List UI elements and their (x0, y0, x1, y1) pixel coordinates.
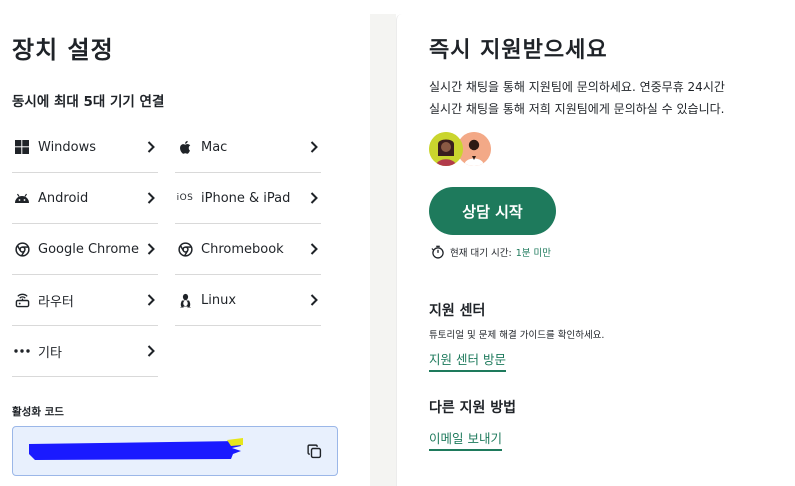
device-item-google-chrome[interactable]: Google Chrome (12, 224, 158, 275)
support-description-1: 실시간 채팅을 통해 지원팀에 문의하세요. 연중무휴 24시간 (429, 80, 725, 94)
ios-icon: iOS (176, 193, 194, 203)
send-email-link[interactable]: 이메일 보내기 (429, 428, 502, 451)
device-item-router[interactable]: 라우터 (12, 275, 158, 326)
device-label: 라우터 (38, 294, 74, 310)
chevron-right-icon (144, 192, 158, 204)
device-label: Google Chrome (38, 241, 139, 257)
chrome-icon (175, 241, 195, 257)
device-label: Windows (38, 139, 97, 155)
chevron-right-icon (307, 294, 321, 306)
chevron-right-icon (307, 192, 321, 204)
start-chat-button[interactable]: 상담 시작 (429, 187, 556, 235)
avatar (429, 132, 463, 166)
chevron-right-icon (144, 345, 158, 357)
windows-icon (12, 140, 32, 154)
device-item-windows[interactable]: Windows (12, 122, 158, 173)
wait-label: 현재 대기 시간: (450, 248, 512, 259)
router-icon (12, 293, 32, 308)
device-label: Linux (201, 292, 237, 308)
panel-gutter (370, 14, 396, 486)
timer-icon (431, 245, 445, 259)
apple-icon (175, 140, 195, 155)
device-label: 기타 (38, 345, 62, 361)
support-center-text: 튜토리얼 및 문제 해결 가이드를 확인하세요. (429, 330, 605, 341)
device-limit-subtitle: 동시에 최대 5대 기기 연결 (12, 94, 165, 110)
activation-code-field[interactable] (12, 426, 338, 476)
activation-code-label: 활성화 코드 (12, 406, 64, 418)
support-center-link[interactable]: 지원 센터 방문 (429, 349, 506, 372)
device-label: iPhone & iPad (201, 190, 291, 206)
page-title: 장치 설정 (12, 36, 114, 64)
android-icon (12, 192, 32, 204)
support-center-heading: 지원 센터 (429, 303, 486, 319)
support-description-2: 실시간 채팅을 통해 저희 지원팀에게 문의하실 수 있습니다. (429, 102, 725, 116)
redacted-code (29, 438, 243, 460)
device-item-iphone-ipad[interactable]: iOS iPhone & iPad (175, 173, 321, 224)
linux-icon (175, 293, 195, 308)
device-item-mac[interactable]: Mac (175, 122, 321, 173)
device-label: Chromebook (201, 241, 284, 257)
device-label: Mac (201, 139, 228, 155)
device-item-other[interactable]: 기타 (12, 326, 158, 377)
wait-value: 1분 미만 (515, 248, 551, 259)
other-support-heading: 다른 지원 방법 (429, 400, 517, 416)
chevron-right-icon (144, 294, 158, 306)
chevron-right-icon (144, 243, 158, 255)
device-label: Android (38, 190, 89, 206)
copy-icon[interactable] (305, 442, 323, 460)
chevron-right-icon (307, 141, 321, 153)
support-title: 즉시 지원받으세요 (429, 38, 608, 63)
chevron-right-icon (307, 243, 321, 255)
wait-time: 현재 대기 시간: 1분 미만 (431, 245, 551, 259)
agent-avatars (429, 132, 499, 168)
more-icon (12, 349, 32, 353)
device-item-android[interactable]: Android (12, 173, 158, 224)
device-item-linux[interactable]: Linux (175, 275, 321, 326)
device-item-chromebook[interactable]: Chromebook (175, 224, 321, 275)
chevron-right-icon (144, 141, 158, 153)
chrome-icon (12, 241, 32, 257)
